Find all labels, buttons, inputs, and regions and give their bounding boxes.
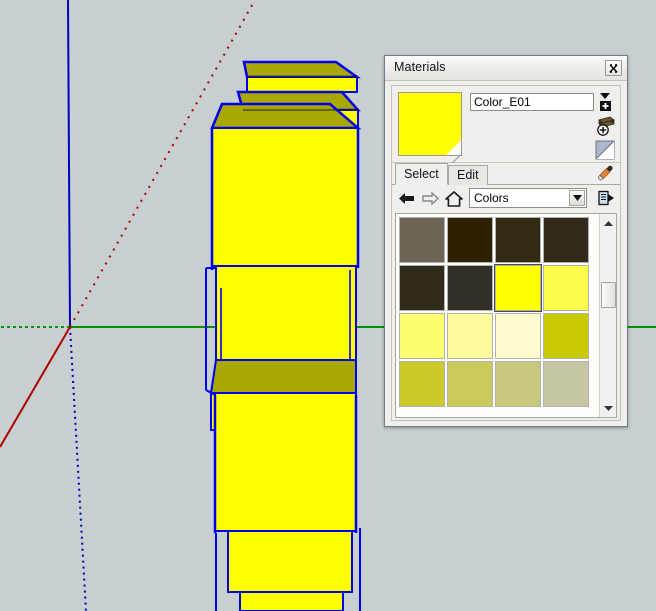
- material-swatch-area[interactable]: [395, 213, 617, 418]
- tab-select-label: Select: [404, 167, 439, 181]
- nav-home-button[interactable]: [444, 189, 464, 208]
- panel-title: Materials: [394, 60, 446, 74]
- swatch-scrollbar[interactable]: [599, 214, 616, 417]
- color-swatch[interactable]: [399, 217, 445, 263]
- box-front-face-8[interactable]: [239, 591, 344, 611]
- blue-axis-dotted: [69, 326, 87, 611]
- color-swatch[interactable]: [447, 361, 493, 407]
- color-swatch[interactable]: [543, 361, 589, 407]
- sample-paint-button[interactable]: [594, 163, 616, 184]
- details-button[interactable]: [596, 188, 616, 208]
- material-name-input[interactable]: [470, 93, 594, 111]
- display-options-icon: [600, 93, 611, 111]
- face-back-face-icon: [595, 140, 615, 160]
- create-material-icon: [597, 116, 615, 136]
- box-front-face-7[interactable]: [227, 530, 353, 593]
- materials-panel: Materials Color_E01 Select Edit Colors: [384, 55, 628, 427]
- display-options-button[interactable]: [594, 91, 616, 113]
- create-material-button[interactable]: [594, 115, 616, 137]
- color-swatch[interactable]: [543, 265, 589, 311]
- close-button[interactable]: [605, 60, 622, 76]
- red-axis-solid: [0, 326, 71, 448]
- box-front-face-4[interactable]: [215, 265, 357, 361]
- scrollbar-thumb[interactable]: [601, 281, 616, 308]
- details-flyout-icon: [597, 190, 614, 206]
- library-nav-row: Colors: [392, 185, 620, 211]
- color-swatch[interactable]: [543, 217, 589, 263]
- nav-forward-button[interactable]: [420, 189, 440, 208]
- color-swatch[interactable]: [495, 361, 541, 407]
- tab-edit[interactable]: Edit: [448, 165, 488, 185]
- library-dropdown-arrow[interactable]: [569, 190, 585, 206]
- scroll-down-icon: [603, 405, 613, 411]
- in-model-corner-icon: [446, 140, 461, 155]
- sketchup-window: Materials Color_E01 Select Edit Colors: [0, 0, 656, 611]
- model-stack[interactable]: [205, 60, 362, 611]
- color-swatch[interactable]: [447, 265, 493, 311]
- arrow-left-icon: [398, 193, 414, 204]
- close-icon: [609, 63, 618, 73]
- material-swatch-grid[interactable]: [398, 216, 599, 408]
- box-top-face-5[interactable]: [209, 359, 357, 394]
- scroll-up-icon: [603, 220, 613, 226]
- color-swatch[interactable]: [495, 217, 541, 263]
- color-swatch[interactable]: [447, 217, 493, 263]
- scroll-up-button[interactable]: [600, 215, 616, 231]
- tab-select[interactable]: Select: [395, 163, 448, 185]
- tab-edit-label: Edit: [457, 168, 479, 182]
- eyedropper-icon: [597, 165, 613, 181]
- panel-tabs: Select Edit: [392, 163, 620, 185]
- color-swatch[interactable]: [495, 313, 541, 359]
- box-front-face-1[interactable]: [246, 76, 358, 93]
- chevron-down-icon: [572, 195, 582, 201]
- material-preview-swatch[interactable]: [398, 92, 462, 170]
- home-icon: [445, 190, 463, 207]
- library-select-value: Colors: [474, 191, 509, 205]
- material-header: [392, 86, 620, 170]
- color-swatch[interactable]: [447, 313, 493, 359]
- box-top-face-3[interactable]: [210, 102, 362, 130]
- color-swatch[interactable]: [399, 361, 445, 407]
- color-swatch[interactable]: [494, 264, 542, 312]
- library-select[interactable]: Colors: [469, 188, 587, 208]
- blue-axis-solid: [67, 0, 71, 328]
- color-swatch[interactable]: [399, 313, 445, 359]
- face-toggle-button[interactable]: [594, 139, 616, 161]
- panel-body: Select Edit: [391, 85, 621, 421]
- box-front-face-3[interactable]: [211, 127, 359, 267]
- scroll-down-button[interactable]: [600, 400, 616, 416]
- box-top-face-1[interactable]: [242, 60, 361, 79]
- panel-titlebar[interactable]: Materials: [385, 56, 627, 81]
- box-front-face-6[interactable]: [214, 392, 357, 532]
- nav-back-button[interactable]: [396, 189, 416, 208]
- color-swatch[interactable]: [543, 313, 589, 359]
- arrow-right-icon: [421, 191, 439, 206]
- color-swatch[interactable]: [399, 265, 445, 311]
